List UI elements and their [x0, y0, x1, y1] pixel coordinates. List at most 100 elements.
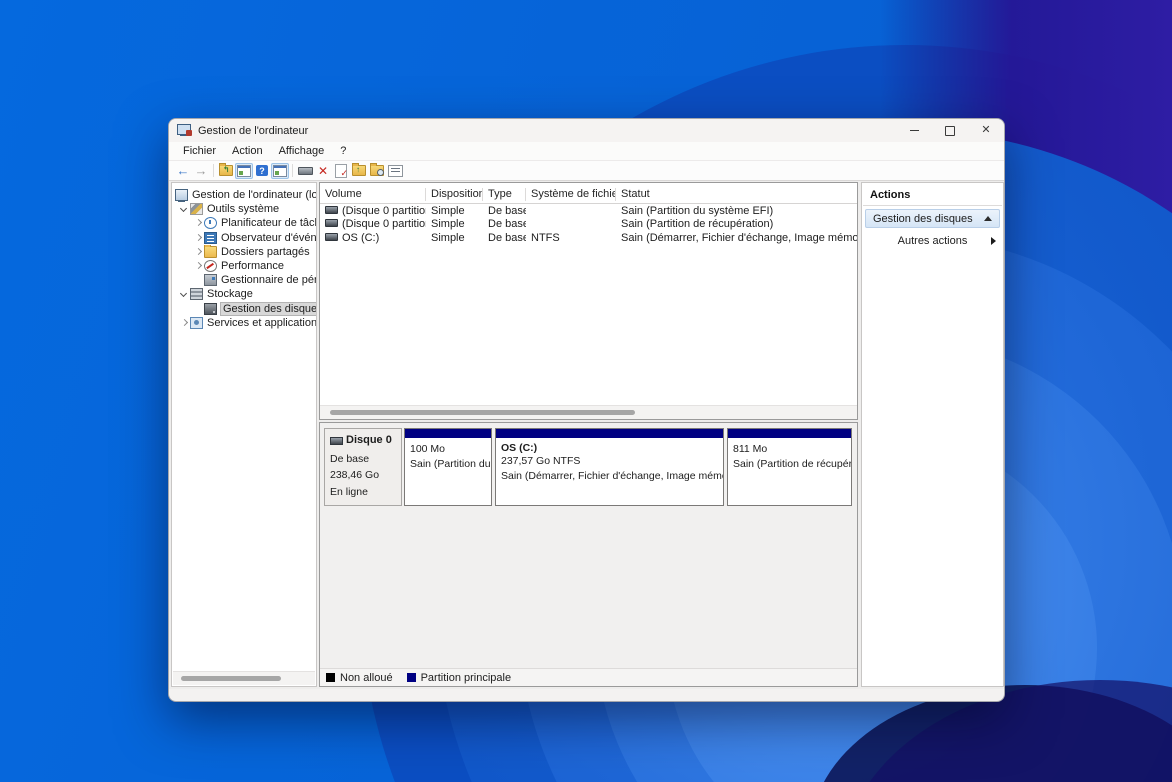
task-scheduler-icon: [204, 217, 217, 230]
close-button[interactable]: ✕: [968, 119, 1004, 142]
device-manager-icon: [204, 274, 217, 287]
disk-size: 238,46 Go: [330, 469, 380, 482]
folder-up-icon[interactable]: ↑: [350, 163, 368, 179]
chevron-closed-icon[interactable]: [193, 218, 204, 228]
volume-scrollbar-thumb[interactable]: [330, 410, 635, 415]
legend-partition-principale: Partition principale: [406, 672, 511, 684]
desktop: Gestion de l'ordinateur ✕ Fichier Action…: [0, 0, 1172, 782]
chevron-closed-icon[interactable]: [193, 233, 204, 243]
actions-pane: Actions Gestion des disques Autres actio…: [861, 182, 1004, 687]
volume-icon: [325, 219, 338, 228]
toolbar-separator: [292, 164, 293, 177]
title-bar[interactable]: Gestion de l'ordinateur ✕: [169, 119, 1004, 142]
menu-action[interactable]: Action: [224, 144, 271, 158]
volume-list-pane: Volume Disposition Type Système de fichi…: [319, 182, 858, 420]
menu-fichier[interactable]: Fichier: [175, 144, 224, 158]
properties-check-icon[interactable]: [332, 163, 350, 179]
menu-help[interactable]: ?: [332, 144, 354, 158]
disk-tool-icon[interactable]: [296, 163, 314, 179]
disk-name: Disque 0: [346, 434, 392, 446]
tree-horizontal-scrollbar[interactable]: [173, 671, 315, 685]
action-pane-toggle-icon[interactable]: [271, 162, 289, 179]
services-icon: [190, 316, 203, 329]
disk-management-icon: [204, 302, 217, 315]
minimize-button[interactable]: [896, 119, 932, 142]
tree-scrollbar-thumb[interactable]: [181, 676, 281, 681]
event-viewer-icon: [204, 231, 217, 244]
shared-folders-icon: [204, 244, 217, 258]
export-folder-icon[interactable]: ↰: [217, 163, 235, 179]
tree-item-gestion-des-disques[interactable]: Gestion des disques: [172, 301, 316, 316]
maximize-button[interactable]: [932, 119, 968, 142]
tree-item-planificateur[interactable]: Planificateur de tâches: [172, 216, 316, 230]
computer-management-app-icon: [177, 124, 192, 137]
menu-affichage[interactable]: Affichage: [271, 144, 333, 158]
system-tools-icon: [190, 203, 203, 216]
partition-color-band: [405, 429, 491, 438]
volume-row-partition4[interactable]: (Disque 0 partition 4) Simple De base Sa…: [320, 218, 857, 232]
partition-color-band: [496, 429, 723, 438]
tree-item-services-applications[interactable]: Services et applications: [172, 316, 316, 330]
primary-partition-color-swatch: [406, 673, 416, 682]
submenu-arrow-icon: [991, 237, 996, 245]
legend-non-alloue: Non alloué: [326, 672, 393, 684]
actions-group-gestion-des-disques[interactable]: Gestion des disques: [865, 209, 1000, 228]
tree-item-outils-systeme[interactable]: Outils système: [172, 202, 316, 216]
disk-icon: [330, 436, 343, 445]
tree-item-performance[interactable]: Performance: [172, 259, 316, 273]
column-volume[interactable]: Volume: [320, 188, 426, 201]
minimize-icon: [909, 130, 919, 131]
close-icon: ✕: [981, 124, 991, 136]
delete-icon[interactable]: ✕: [314, 163, 332, 179]
legend-bar: Non alloué Partition principale: [320, 668, 857, 686]
chevron-closed-icon[interactable]: [193, 261, 204, 271]
tree-item-dossiers-partages[interactable]: Dossiers partagés: [172, 244, 316, 259]
help-icon[interactable]: ?: [253, 163, 271, 179]
volume-table-header: Volume Disposition Type Système de fichi…: [320, 186, 857, 204]
tree-item-gestionnaire-peripheriques[interactable]: Gestionnaire de périphé: [172, 273, 316, 287]
disk-graphical-pane: Disque 0 De base 238,46 Go En ligne 100 …: [319, 422, 858, 687]
content-area: Gestion de l'ordinateur (local) Outils s…: [169, 180, 1004, 689]
folder-search-icon[interactable]: [368, 163, 386, 179]
column-disposition[interactable]: Disposition: [426, 188, 483, 201]
partition-efi[interactable]: 100 Mo Sain (Partition du: [404, 428, 492, 506]
toolbar-separator: [213, 164, 214, 177]
details-view-icon[interactable]: [386, 163, 404, 179]
volume-horizontal-scrollbar[interactable]: [320, 405, 857, 419]
disk0-header[interactable]: Disque 0 De base 238,46 Go En ligne: [324, 428, 402, 506]
volume-row-partition1[interactable]: (Disque 0 partition 1) Simple De base Sa…: [320, 204, 857, 218]
unallocated-color-swatch: [326, 673, 335, 682]
computer-management-window: Gestion de l'ordinateur ✕ Fichier Action…: [168, 118, 1005, 702]
collapse-icon[interactable]: [984, 216, 992, 221]
disk-status: En ligne: [330, 485, 368, 498]
autres-actions-item[interactable]: Autres actions: [862, 233, 1003, 249]
column-type[interactable]: Type: [483, 188, 526, 201]
volume-row-os-c[interactable]: OS (C:) Simple De base NTFS Sain (Démarr…: [320, 231, 857, 245]
disk-type: De base: [330, 453, 370, 466]
maximize-icon: [945, 125, 955, 136]
partition-color-band: [728, 429, 851, 438]
toolbar: ← → ↰ ? ✕ ↑: [169, 161, 1004, 181]
chevron-closed-icon[interactable]: [179, 318, 190, 328]
tree-item-observateur[interactable]: Observateur d'événeme: [172, 231, 316, 245]
volume-icon: [325, 205, 338, 214]
chevron-closed-icon[interactable]: [193, 247, 204, 257]
separator: [863, 205, 1002, 206]
back-icon[interactable]: ←: [174, 163, 192, 179]
window-title: Gestion de l'ordinateur: [198, 124, 309, 137]
tree-item-stockage[interactable]: Stockage: [172, 287, 316, 301]
partition-recovery[interactable]: 811 Mo Sain (Partition de récupérati: [727, 428, 852, 506]
volume-icon: [325, 232, 338, 241]
storage-icon: [190, 288, 203, 301]
chevron-open-icon[interactable]: [179, 289, 190, 299]
menu-bar: Fichier Action Affichage ?: [169, 142, 1004, 161]
partition-os-c[interactable]: OS (C:) 237,57 Go NTFS Sain (Démarrer, F…: [495, 428, 724, 506]
actions-pane-title: Actions: [870, 189, 911, 201]
tree-item-computer-management[interactable]: Gestion de l'ordinateur (local): [172, 188, 316, 203]
console-tree-toggle-icon[interactable]: [235, 162, 253, 179]
forward-icon[interactable]: →: [192, 163, 210, 179]
column-systeme-fichiers[interactable]: Système de fichiers: [526, 188, 616, 201]
column-statut[interactable]: Statut: [616, 188, 857, 201]
chevron-open-icon[interactable]: [179, 204, 190, 214]
computer-icon: [175, 189, 188, 203]
